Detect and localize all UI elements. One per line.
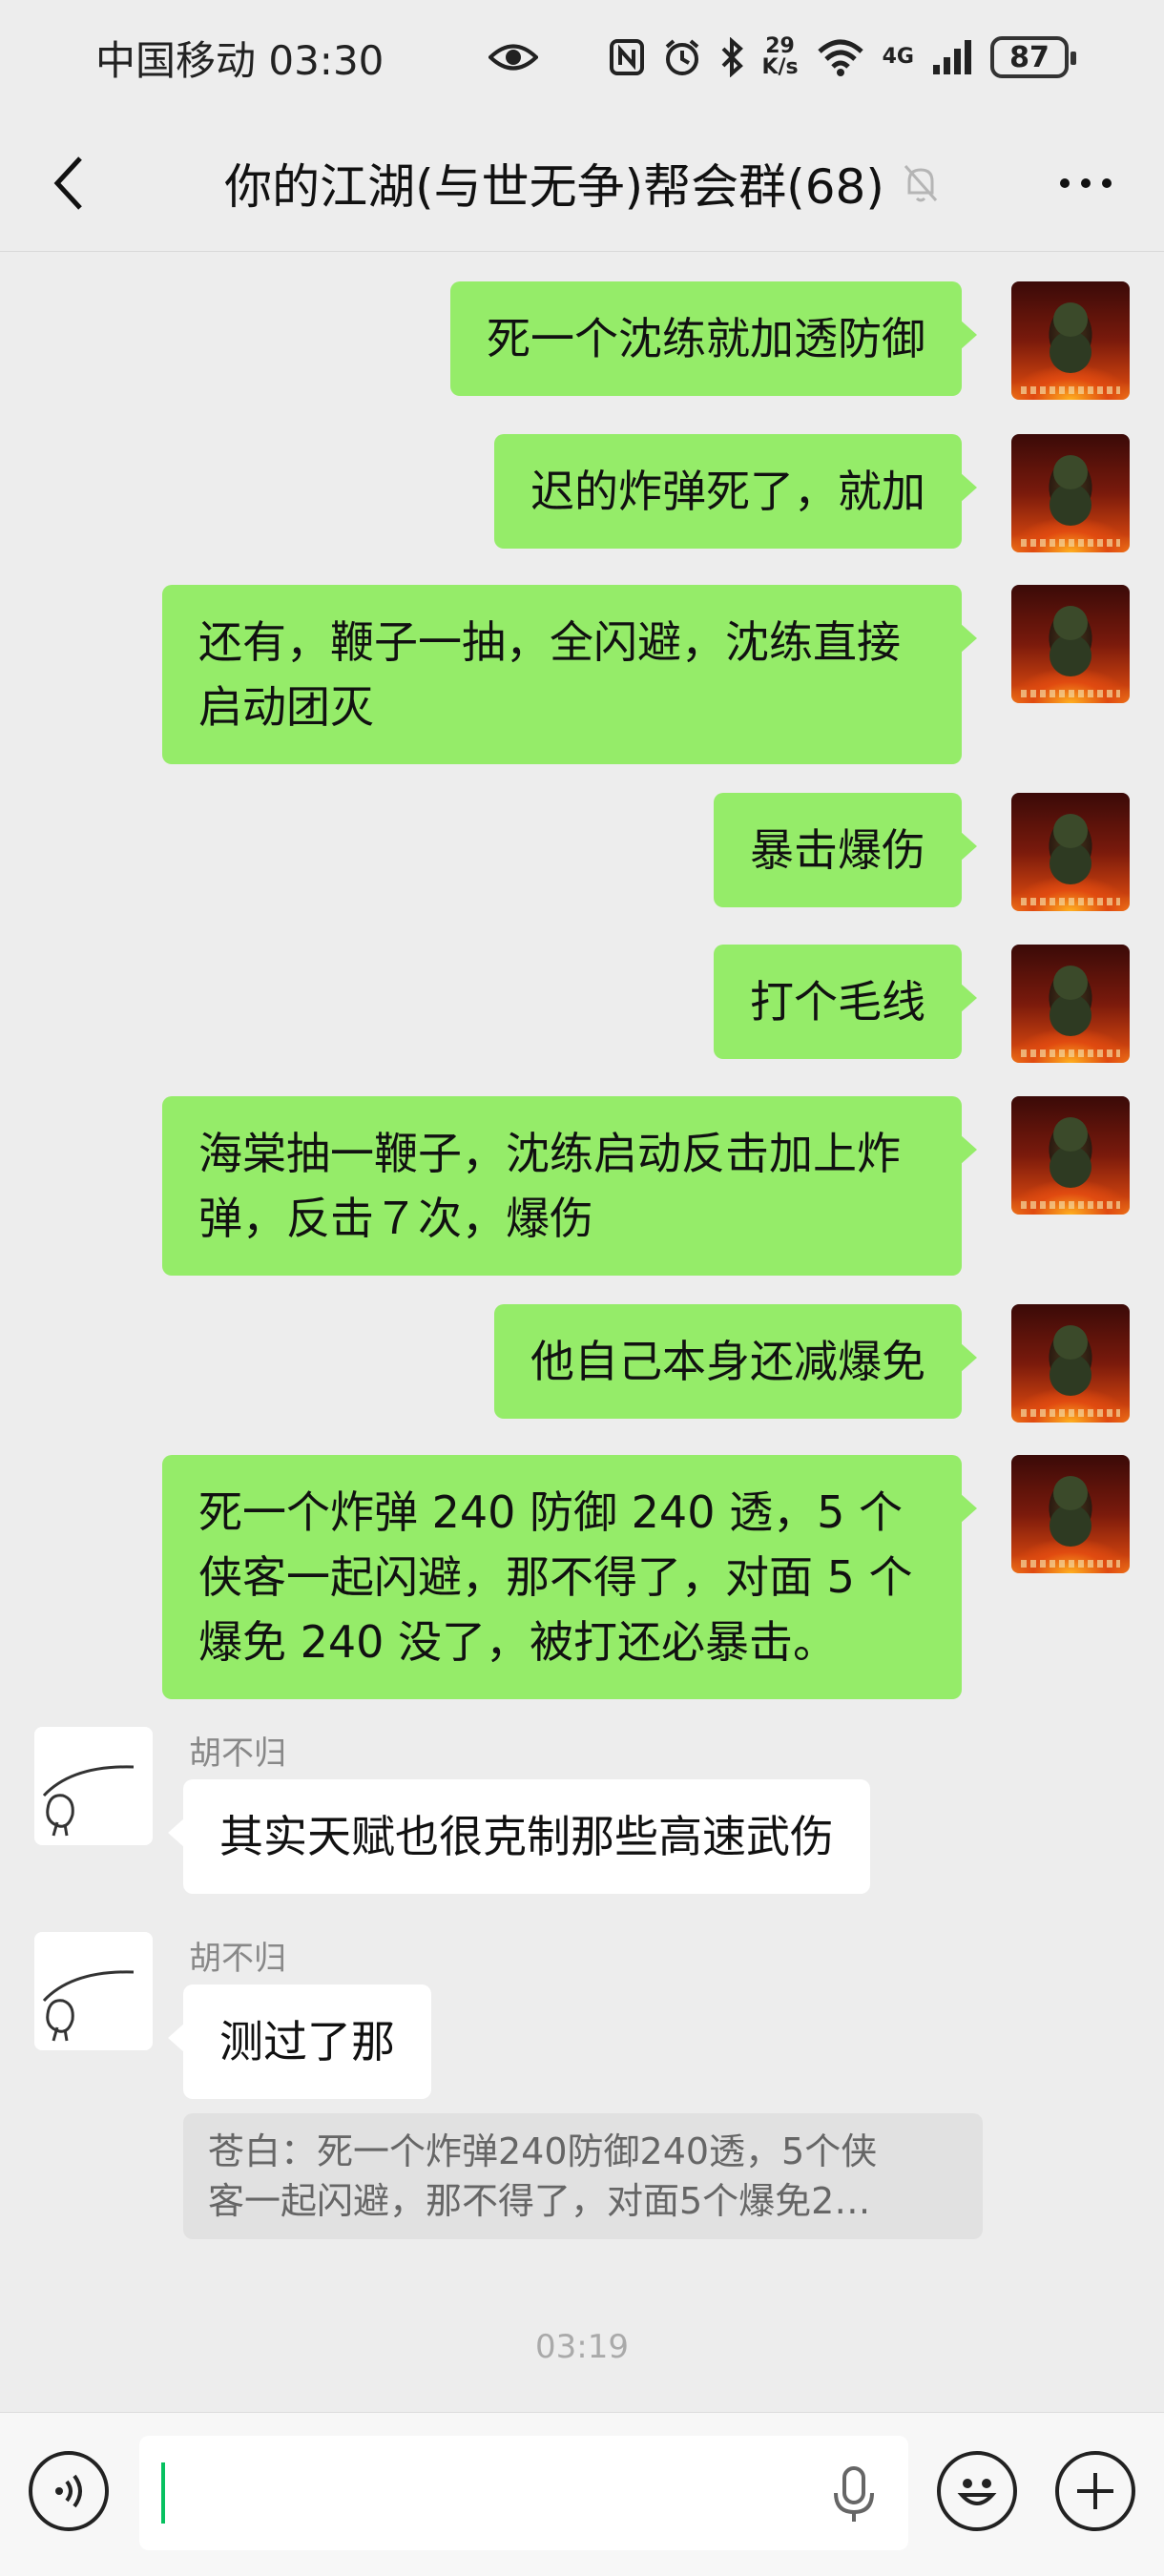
my-message-bubble[interactable]: 还有，鞭子一抽，全闪避，沈练直接启动团灭 — [162, 585, 977, 764]
other-message-bubble[interactable]: 测过了那 — [168, 1984, 431, 2099]
message-text: 迟的炸弹死了，就加 — [530, 466, 925, 517]
my-message-bubble[interactable]: 死一个炸弹 240 防御 240 透，5 个侠客一起闪避，那不得了，对面 5 个… — [162, 1455, 977, 1699]
battery-indicator: 87 — [990, 36, 1076, 78]
sketch-avatar-icon — [42, 1970, 135, 2042]
message-text: 还有，鞭子一抽，全闪避，沈练直接启动团灭 — [198, 616, 901, 733]
my-avatar[interactable] — [1011, 281, 1130, 400]
nfc-icon — [610, 39, 645, 75]
my-message-bubble[interactable]: 死一个沈练就加透防御 — [450, 281, 977, 396]
my-avatar[interactable] — [1011, 1455, 1130, 1573]
more-actions-button[interactable] — [1055, 2451, 1135, 2531]
sketch-avatar-icon — [42, 1765, 135, 1837]
alarm-icon — [666, 39, 699, 75]
wifi-icon — [817, 39, 863, 76]
my-avatar[interactable] — [1011, 434, 1130, 552]
sender-name: 胡不归 — [189, 1735, 286, 1773]
chat-title-wrap: 你的江湖(与世无争)帮会群(68) — [224, 149, 940, 218]
message-text: 其实天赋也很克制那些高速武伤 — [219, 1811, 834, 1862]
signal-label: 4G — [882, 45, 914, 69]
quoted-message[interactable]: 苍白：死一个炸弹240防御240透，5个侠 客一起闪避，那不得了，对面5个爆免2… — [183, 2113, 983, 2239]
carrier-time: 中国移动 03:30 — [95, 36, 385, 84]
eye-icon — [488, 44, 539, 71]
voice-wave-icon — [55, 2474, 82, 2508]
sender-name: 胡不归 — [189, 1940, 286, 1978]
my-message-bubble[interactable]: 迟的炸弹死了，就加 — [494, 434, 977, 549]
message-input[interactable] — [139, 2436, 908, 2550]
my-avatar[interactable] — [1011, 945, 1130, 1063]
other-avatar[interactable] — [34, 1932, 153, 2050]
quote-line-1: 苍白：死一个炸弹240防御240透，5个侠 — [208, 2130, 878, 2172]
message-text: 暴击爆伤 — [750, 824, 925, 876]
my-avatar[interactable] — [1011, 1304, 1130, 1423]
other-message-bubble[interactable]: 其实天赋也很克制那些高速武伤 — [168, 1779, 870, 1894]
my-message-bubble[interactable]: 海棠抽一鞭子，沈练启动反击加上炸弹，反击７次，爆伤 — [162, 1096, 977, 1276]
message-text: 他自己本身还减爆免 — [530, 1336, 925, 1387]
chat-header: 你的江湖(与世无争)帮会群(68) — [0, 114, 1164, 252]
message-text: 海棠抽一鞭子，沈练启动反击加上炸弹，反击７次，爆伤 — [198, 1128, 901, 1244]
emoji-button[interactable] — [937, 2451, 1017, 2531]
quote-line-2: 客一起闪避，那不得了，对面5个爆免2… — [208, 2180, 871, 2222]
my-avatar[interactable] — [1011, 793, 1130, 911]
message-text: 打个毛线 — [750, 976, 925, 1028]
message-text: 测过了那 — [219, 2016, 395, 2067]
more-options-icon[interactable] — [1057, 172, 1114, 195]
message-text: 死一个炸弹 240 防御 240 透，5 个侠客一起闪避，那不得了，对面 5 个… — [198, 1486, 913, 1668]
my-message-bubble[interactable]: 他自己本身还减爆免 — [494, 1304, 977, 1419]
bluetooth-icon — [722, 37, 744, 77]
signal-bars-icon — [933, 40, 971, 74]
text-cursor — [161, 2462, 165, 2524]
chat-title: 你的江湖(与世无争)帮会群(68) — [224, 158, 884, 215]
my-avatar[interactable] — [1011, 585, 1130, 703]
my-message-bubble[interactable]: 暴击爆伤 — [714, 793, 977, 907]
other-avatar[interactable] — [34, 1727, 153, 1845]
message-text: 死一个沈练就加透防御 — [487, 313, 925, 364]
microphone-icon[interactable] — [830, 2464, 878, 2525]
smiley-icon — [957, 2479, 997, 2505]
voice-toggle-button[interactable] — [29, 2451, 109, 2531]
input-bar — [0, 2412, 1164, 2576]
my-avatar[interactable] — [1011, 1096, 1130, 1215]
my-message-bubble[interactable]: 打个毛线 — [714, 945, 977, 1059]
muted-bell-icon — [904, 164, 937, 201]
net-speed: 29 K/s — [761, 34, 799, 79]
message-timestamp: 03:19 — [535, 2328, 629, 2366]
plus-icon — [1077, 2473, 1113, 2509]
chat-messages[interactable]: 死一个沈练就加透防御 迟的炸弹死了，就加 还有，鞭子一抽，全闪避，沈练直接启动团… — [0, 253, 1164, 2409]
status-bar: 中国移动 03:30 29 K/s 4G 87 — [0, 0, 1164, 114]
back-icon[interactable] — [42, 153, 99, 214]
